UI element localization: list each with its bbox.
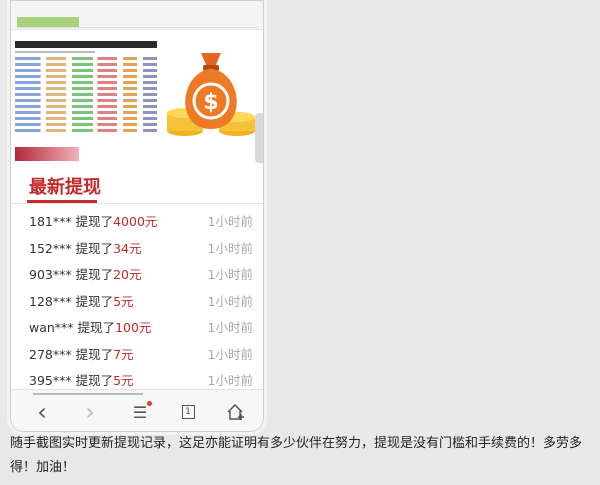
- amount: 20元: [113, 267, 142, 282]
- home-icon[interactable]: [225, 401, 247, 423]
- back-icon[interactable]: ‹: [31, 398, 53, 426]
- user-id: 903***: [29, 267, 72, 282]
- action-text: 提现了: [75, 373, 114, 388]
- amount: 4000元: [113, 214, 158, 229]
- promo-banner[interactable]: $: [15, 33, 263, 163]
- phone-screenshot: $ 最新提现 181*** 提现了4000元 1小时前 152*** 提现了34…: [10, 0, 264, 432]
- timestamp: 1小时前: [207, 373, 253, 388]
- timestamp: 1小时前: [207, 320, 253, 335]
- toolbar-progress-line: [33, 393, 143, 395]
- list-item: 278*** 提现了7元 1小时前: [11, 340, 263, 367]
- timestamp: 1小时前: [207, 267, 253, 282]
- withdrawal-list: 181*** 提现了4000元 1小时前 152*** 提现了34元 1小时前 …: [11, 207, 263, 393]
- list-item: 152*** 提现了34元 1小时前: [11, 234, 263, 261]
- action-text: 提现了: [75, 214, 114, 229]
- divider: [11, 203, 263, 204]
- list-item: wan*** 提现了100元 1小时前: [11, 313, 263, 340]
- caption-text: 随手截图实时更新提现记录，这足亦能证明有多少伙伴在努力，提现是没有门槛和手续费的…: [10, 436, 583, 475]
- timestamp: 1小时前: [207, 346, 253, 362]
- menu-icon: ☰: [132, 402, 148, 422]
- green-bar: [17, 17, 79, 27]
- section-title: 最新提现: [29, 177, 101, 198]
- user-id: 152***: [29, 240, 72, 256]
- forward-icon[interactable]: ›: [79, 398, 101, 426]
- list-item: 903*** 提现了20元 1小时前: [11, 260, 263, 287]
- action-text: 提现了: [75, 267, 114, 282]
- user-id: 181***: [29, 214, 72, 229]
- timestamp: 1小时前: [207, 214, 253, 229]
- user-id: wan***: [29, 320, 74, 335]
- browser-toolbar: ‹ › ☰ 1: [11, 389, 263, 431]
- action-text: 提现了: [75, 240, 114, 256]
- mini-table-image: [15, 41, 157, 151]
- money-bag-icon: $: [167, 53, 255, 136]
- divider-line: [17, 27, 257, 28]
- user-id: 128***: [29, 293, 72, 309]
- action-text: 提现了: [75, 346, 114, 362]
- timestamp: 1小时前: [207, 293, 253, 309]
- amount: 7元: [113, 346, 134, 362]
- top-strip: [11, 1, 263, 30]
- list-item: 128*** 提现了5元 1小时前: [11, 287, 263, 314]
- red-gradient-strip: [15, 147, 79, 161]
- amount: 34元: [113, 240, 142, 256]
- tabs-button[interactable]: 1: [177, 401, 199, 423]
- timestamp: 1小时前: [207, 240, 253, 256]
- action-text: 提现了: [75, 293, 114, 309]
- action-text: 提现了: [77, 320, 116, 335]
- amount: 100元: [115, 320, 152, 335]
- user-id: 278***: [29, 346, 72, 362]
- user-id: 395***: [29, 373, 72, 388]
- list-item: 181*** 提现了4000元 1小时前: [11, 207, 263, 234]
- amount: 5元: [113, 293, 134, 309]
- tab-count: 1: [181, 405, 195, 419]
- scroll-handle[interactable]: [255, 113, 263, 163]
- dollar-symbol: $: [203, 90, 218, 115]
- menu-button[interactable]: ☰: [129, 401, 152, 423]
- notification-dot: [147, 401, 152, 406]
- amount: 5元: [113, 373, 134, 388]
